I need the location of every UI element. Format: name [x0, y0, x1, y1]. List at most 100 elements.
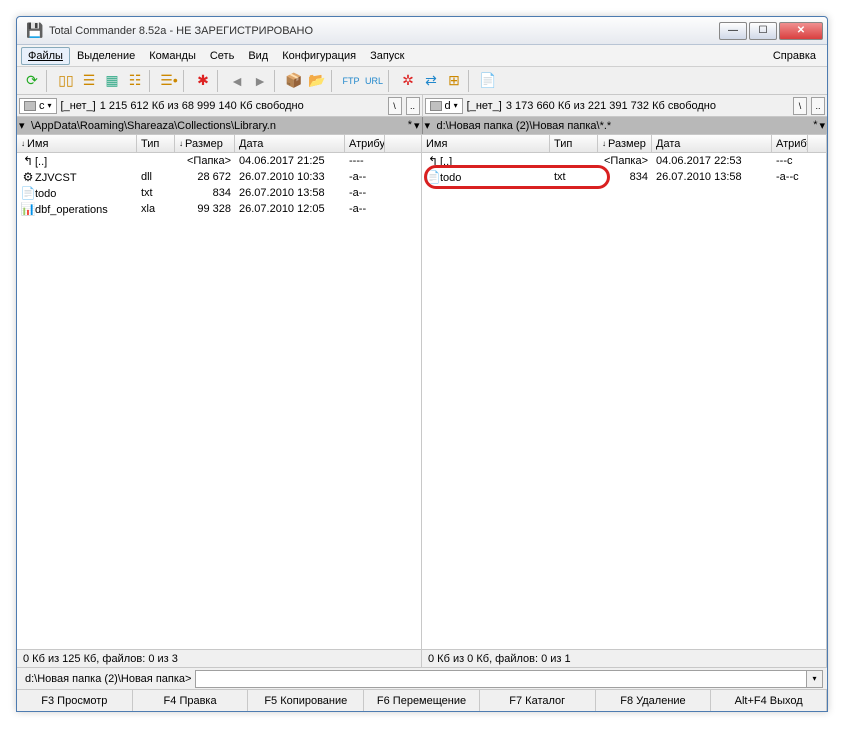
all-files-icon[interactable]: ☰•	[158, 70, 180, 92]
menubar: Файлы Выделение Команды Сеть Вид Конфигу…	[17, 45, 827, 67]
function-keys: F3 Просмотр F4 Правка F5 Копирование F6 …	[17, 689, 827, 711]
path-text-left: \AppData\Roaming\Shareaza\Collections\Li…	[31, 120, 408, 132]
column-headers-left: ↓Имя Тип ↓Размер Дата Атрибу	[17, 135, 421, 153]
refresh-icon[interactable]: ⟳	[21, 70, 43, 92]
file-row[interactable]: ⚙ZJVCSTdll28 67226.07.2010 10:33-a--	[17, 169, 421, 185]
status-left: 0 Кб из 125 Кб, файлов: 0 из 3	[17, 649, 421, 667]
root-button-right[interactable]: \	[793, 97, 807, 115]
ftp-icon[interactable]: FTP	[340, 70, 362, 92]
window-title: Total Commander 8.52a - НЕ ЗАРЕГИСТРИРОВ…	[49, 25, 717, 37]
tree-view-icon[interactable]: ☷	[124, 70, 146, 92]
full-view-icon[interactable]: ☰	[78, 70, 100, 92]
sync-icon[interactable]: ⇄	[420, 70, 442, 92]
drive-icon	[24, 101, 36, 111]
drive-select-left[interactable]: c▾	[19, 98, 57, 114]
col-ext[interactable]: Тип	[550, 135, 598, 152]
col-attr[interactable]: Атрибу	[345, 135, 385, 152]
file-row[interactable]: 📄todotxt83426.07.2010 13:58-a--	[17, 185, 421, 201]
minimize-button[interactable]: —	[719, 22, 747, 40]
path-left[interactable]: ▾ \AppData\Roaming\Shareaza\Collections\…	[17, 117, 422, 134]
drive-none-right: [_нет_]	[467, 100, 502, 112]
menu-help[interactable]: Справка	[766, 47, 823, 65]
menu-view[interactable]: Вид	[241, 47, 275, 65]
command-history-dropdown[interactable]: ▾	[807, 670, 823, 688]
col-name[interactable]: ↓Имя	[17, 135, 137, 152]
col-size[interactable]: ↓Размер	[598, 135, 652, 152]
url-icon[interactable]: URL	[363, 70, 385, 92]
altf4-exit[interactable]: Alt+F4 Выход	[711, 690, 827, 711]
menu-commands[interactable]: Команды	[142, 47, 203, 65]
f6-move[interactable]: F6 Перемещение	[364, 690, 480, 711]
file-row[interactable]: 📄todotxt83426.07.2010 13:58-a--c	[422, 169, 826, 185]
drive-info-left: 1 215 612 Кб из 68 999 140 Кб свободно	[100, 100, 384, 112]
history-dropdown-icon[interactable]: ▾	[425, 119, 437, 132]
status-right: 0 Кб из 0 Кб, файлов: 0 из 1	[422, 649, 826, 667]
col-size[interactable]: ↓Размер	[175, 135, 235, 152]
col-name[interactable]: Имя	[422, 135, 550, 152]
f8-delete[interactable]: F8 Удаление	[596, 690, 712, 711]
file-row[interactable]: ↰[..]<Папка>04.06.2017 22:53---c	[422, 153, 826, 169]
drive-none-left: [_нет_]	[61, 100, 96, 112]
menu-selection[interactable]: Выделение	[70, 47, 142, 65]
file-icon: 📄	[426, 170, 440, 184]
search-icon[interactable]: ⊞	[443, 70, 465, 92]
app-window: 💾 Total Commander 8.52a - НЕ ЗАРЕГИСТРИР…	[16, 16, 828, 712]
f5-copy[interactable]: F5 Копирование	[248, 690, 364, 711]
drive-icon	[430, 101, 442, 111]
f3-view[interactable]: F3 Просмотр	[17, 690, 133, 711]
command-input[interactable]	[195, 670, 807, 688]
history-dropdown-icon[interactable]: ▾	[19, 119, 31, 132]
file-icon: 📊	[21, 202, 35, 216]
menu-run[interactable]: Запуск	[363, 47, 411, 65]
file-row[interactable]: ↰[..]<Папка>04.06.2017 21:25----	[17, 153, 421, 169]
drive-select-right[interactable]: d▾	[425, 98, 463, 114]
pack-icon[interactable]: 📦	[283, 70, 305, 92]
col-attr[interactable]: Атрибу	[772, 135, 808, 152]
history-icon[interactable]: ▾	[414, 119, 420, 132]
col-date[interactable]: Дата	[652, 135, 772, 152]
titlebar: 💾 Total Commander 8.52a - НЕ ЗАРЕГИСТРИР…	[17, 17, 827, 45]
history-icon[interactable]: ▾	[819, 119, 825, 132]
file-list-left[interactable]: ↰[..]<Папка>04.06.2017 21:25----⚙ZJVCSTd…	[17, 153, 421, 649]
left-panel: ↓Имя Тип ↓Размер Дата Атрибу ↰[..]<Папка…	[17, 135, 422, 667]
drive-info-right: 3 173 660 Кб из 221 391 732 Кб свободно	[506, 100, 789, 112]
unpack-icon[interactable]: 📂	[306, 70, 328, 92]
favorite-icon[interactable]: *	[813, 119, 817, 132]
menu-net[interactable]: Сеть	[203, 47, 241, 65]
brief-view-icon[interactable]: ▯▯	[55, 70, 77, 92]
command-line: d:\Новая папка (2)\Новая папка> ▾	[17, 667, 827, 689]
drivebar: c▾ [_нет_] 1 215 612 Кб из 68 999 140 Кб…	[17, 95, 827, 117]
back-icon[interactable]: ◄	[226, 70, 248, 92]
thumbnails-icon[interactable]: ▦	[101, 70, 123, 92]
col-ext[interactable]: Тип	[137, 135, 175, 152]
menu-config[interactable]: Конфигурация	[275, 47, 363, 65]
path-right[interactable]: ▾ d:\Новая папка (2)\Новая папка\*.* * ▾	[422, 117, 828, 134]
f4-edit[interactable]: F4 Правка	[133, 690, 249, 711]
close-button[interactable]: ✕	[779, 22, 823, 40]
app-icon: 💾	[27, 23, 43, 39]
multi-rename-icon[interactable]: ✲	[397, 70, 419, 92]
up-button-right[interactable]: ..	[811, 97, 825, 115]
column-headers-right: Имя Тип ↓Размер Дата Атрибу	[422, 135, 826, 153]
file-icon: ⚙	[21, 170, 35, 184]
file-icon: ↰	[21, 154, 35, 168]
file-row[interactable]: 📊dbf_operationsxla99 32826.07.2010 12:05…	[17, 201, 421, 217]
file-list-right[interactable]: ↰[..]<Папка>04.06.2017 22:53---c📄todotxt…	[422, 153, 826, 649]
up-button-left[interactable]: ..	[406, 97, 420, 115]
notepad-icon[interactable]: 📄	[477, 70, 499, 92]
favorite-icon[interactable]: *	[408, 119, 412, 132]
drive-right: d▾ [_нет_] 3 173 660 Кб из 221 391 732 К…	[422, 95, 828, 116]
root-button-left[interactable]: \	[388, 97, 402, 115]
drive-left: c▾ [_нет_] 1 215 612 Кб из 68 999 140 Кб…	[17, 95, 422, 116]
file-icon: ↰	[426, 154, 440, 168]
menu-files[interactable]: Файлы	[21, 47, 70, 65]
invert-icon[interactable]: ✱	[192, 70, 214, 92]
forward-icon[interactable]: ►	[249, 70, 271, 92]
col-date[interactable]: Дата	[235, 135, 345, 152]
maximize-button[interactable]: ☐	[749, 22, 777, 40]
right-panel: Имя Тип ↓Размер Дата Атрибу ↰[..]<Папка>…	[422, 135, 827, 667]
toolbar: ⟳ ▯▯ ☰ ▦ ☷ ☰• ✱ ◄ ► 📦 📂 FTP URL ✲ ⇄ ⊞ 📄	[17, 67, 827, 95]
command-prompt: d:\Новая папка (2)\Новая папка>	[21, 673, 195, 685]
f7-mkdir[interactable]: F7 Каталог	[480, 690, 596, 711]
path-text-right: d:\Новая папка (2)\Новая папка\*.*	[437, 120, 814, 132]
